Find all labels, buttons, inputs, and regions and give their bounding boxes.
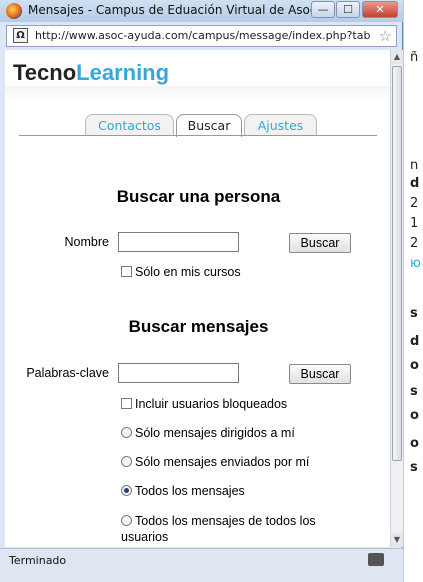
status-text: Terminado <box>9 554 67 567</box>
message-search-heading: Buscar mensajes <box>128 317 269 336</box>
tab-contactos[interactable]: Contactos <box>85 114 174 136</box>
title-bar[interactable]: Mensajes - Campus de Eduación Virtual de… <box>0 0 403 22</box>
only-my-courses-option[interactable]: Sólo en mis cursos <box>121 265 241 279</box>
include-blocked-checkbox[interactable] <box>121 398 132 409</box>
radio-all[interactable] <box>121 485 132 496</box>
person-search-heading: Buscar una persona <box>116 187 281 206</box>
bg-text: s <box>410 460 418 475</box>
logo-text-learning: Learning <box>76 60 170 85</box>
firefox-icon <box>6 3 22 19</box>
bookmark-star-icon[interactable]: ☆ <box>379 27 392 45</box>
only-my-courses-label: Sólo en mis cursos <box>135 265 241 279</box>
search-messages-button[interactable]: Buscar <box>289 364 351 384</box>
radio-option-to-me[interactable]: Sólo mensajes dirigidos a mí <box>121 426 295 440</box>
bg-text: d <box>410 334 420 349</box>
bg-text: n <box>410 158 419 173</box>
radio-label: Sólo mensajes enviados por mí <box>135 455 310 469</box>
name-input[interactable] <box>118 232 239 252</box>
tab-buscar[interactable]: Buscar <box>176 114 242 137</box>
window-title: Mensajes - Campus de Eduación Virtual de… <box>28 3 318 17</box>
minimize-button[interactable]: — <box>311 1 335 18</box>
scroll-up-arrow-icon[interactable]: ▲ <box>391 50 403 64</box>
tab-divider <box>19 135 377 136</box>
search-person-button[interactable]: Buscar <box>289 233 351 253</box>
include-blocked-option[interactable]: Incluir usuarios bloqueados <box>121 397 287 411</box>
popup-window: Mensajes - Campus de Eduación Virtual de… <box>0 0 403 582</box>
logo-band <box>5 86 392 100</box>
radio-label: Sólo mensajes dirigidos a mí <box>135 426 295 440</box>
logo: TecnoLearning <box>13 60 169 86</box>
bg-text: ñ <box>410 50 419 65</box>
site-icon: Ω <box>13 28 28 43</box>
background-window: ñ n d 2 1 2 ю s d o s o o s <box>403 0 423 582</box>
radio-from-me[interactable] <box>121 456 132 467</box>
bg-text: s <box>410 384 418 399</box>
radio-to-me[interactable] <box>121 427 132 438</box>
radio-all-users[interactable] <box>121 515 132 526</box>
bg-text: 2 <box>410 236 419 251</box>
bg-text: ю <box>410 256 421 271</box>
bg-text: 1 <box>410 216 419 231</box>
only-my-courses-checkbox[interactable] <box>121 266 132 277</box>
url-text[interactable]: http://www.asoc-ayuda.com/campus/message… <box>35 29 370 42</box>
maximize-button[interactable]: ☐ <box>336 1 360 18</box>
bg-text: 2 <box>410 196 419 211</box>
bg-text: o <box>410 358 419 373</box>
address-bar[interactable]: Ω http://www.asoc-ayuda.com/campus/messa… <box>6 25 397 47</box>
vertical-scrollbar[interactable]: ▲ ▼ <box>390 50 403 547</box>
keywords-input[interactable] <box>118 363 239 383</box>
name-label: Nombre <box>64 235 109 249</box>
keywords-label: Palabras-clave <box>26 366 109 380</box>
bg-text: o <box>410 436 419 451</box>
logo-text-tecno: Tecno <box>13 60 77 85</box>
radio-label: Todos los mensajes de todos los usuarios <box>121 514 316 544</box>
bg-text: o <box>410 408 419 423</box>
page-content: TecnoLearning Contactos Buscar Ajustes B… <box>5 50 392 547</box>
status-bar: Terminado <box>0 548 403 582</box>
addon-icon[interactable] <box>368 553 384 566</box>
radio-option-from-me[interactable]: Sólo mensajes enviados por mí <box>121 455 309 469</box>
scroll-down-arrow-icon[interactable]: ▼ <box>391 533 403 547</box>
radio-label: Todos los mensajes <box>135 484 245 498</box>
radio-option-all-users[interactable]: Todos los mensajes de todos los usuarios <box>121 513 351 545</box>
scroll-thumb[interactable] <box>392 66 402 461</box>
include-blocked-label: Incluir usuarios bloqueados <box>135 397 288 411</box>
bg-text: s <box>410 306 418 321</box>
close-button[interactable]: ✕ <box>362 1 398 18</box>
bg-text: d <box>410 176 420 191</box>
tab-ajustes[interactable]: Ajustes <box>244 114 317 136</box>
radio-option-all[interactable]: Todos los mensajes <box>121 484 245 498</box>
